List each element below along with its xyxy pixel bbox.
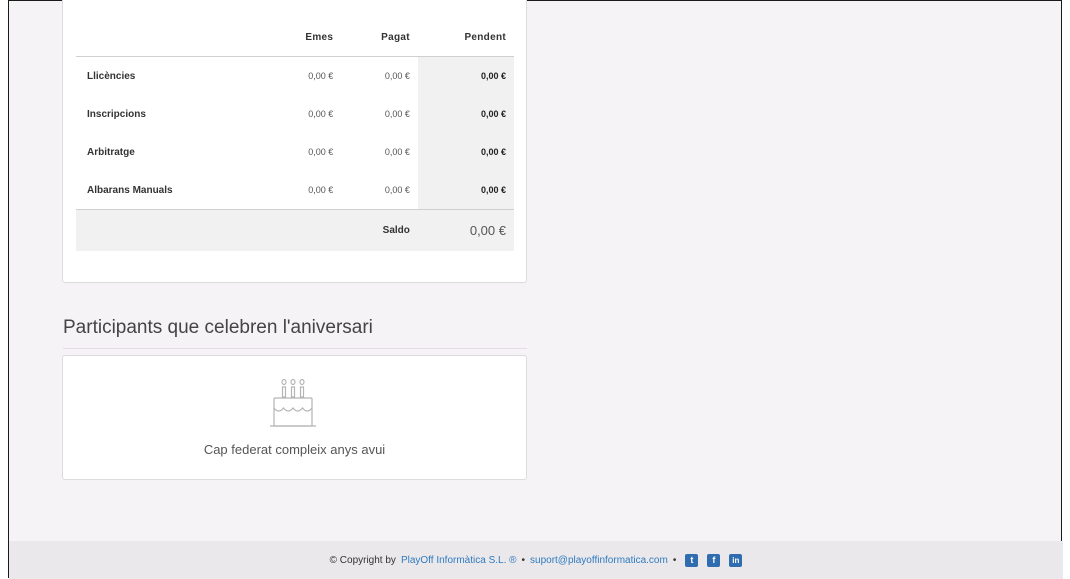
cell-pagat: 0,00 € [384, 185, 410, 195]
support-email-link[interactable]: suport@playoffinformatica.com [530, 555, 668, 566]
header-empty [76, 18, 263, 57]
table-row: Inscripcions 0,00 € 0,00 € 0,00 € [76, 95, 514, 133]
facebook-icon[interactable]: f [707, 553, 721, 567]
footer-separator: • [672, 554, 677, 566]
table-row: Arbitratge 0,00 € 0,00 € 0,00 € [76, 133, 514, 171]
header-emes: Emes [262, 18, 342, 57]
table-header-row: Emes Pagat Pendent [76, 18, 514, 57]
cell-pagat: 0,00 € [384, 71, 410, 81]
saldo-empty-cell [262, 209, 342, 251]
birthday-cake-icon [270, 378, 316, 427]
table-row: Albarans Manuals 0,00 € 0,00 € 0,00 € [76, 171, 514, 210]
cell-emes: 0,00 € [308, 185, 334, 195]
linkedin-icon[interactable]: in [729, 553, 743, 567]
copyright-text: © Copyright by [329, 554, 396, 566]
table-row: Llicències 0,00 € 0,00 € 0,00 € [76, 56, 514, 95]
no-birthdays-message: Cap federat compleix anys avui [203, 442, 386, 457]
row-label: Llicències [87, 70, 136, 82]
page-frame: Emes Pagat Pendent Llicències 0,00 € 0,0… [8, 0, 1063, 579]
cell-emes: 0,00 € [308, 147, 334, 157]
saldo-empty-cell [76, 209, 263, 251]
cell-pendent: 0,00 € [417, 171, 514, 210]
header-pendent: Pendent [417, 18, 514, 57]
finance-table: Emes Pagat Pendent Llicències 0,00 € 0,0… [76, 18, 514, 251]
footer: © Copyright by PlayOff Informàtica S.L. … [9, 541, 1063, 579]
row-label: Arbitratge [87, 146, 135, 158]
cell-emes: 0,00 € [308, 109, 334, 119]
cell-pendent: 0,00 € [417, 133, 514, 171]
finance-card: Emes Pagat Pendent Llicències 0,00 € 0,0… [62, 0, 527, 283]
cell-pagat: 0,00 € [384, 147, 410, 157]
cell-pendent: 0,00 € [417, 95, 514, 133]
cell-pendent: 0,00 € [417, 56, 514, 95]
company-link[interactable]: PlayOff Informàtica S.L. ® [401, 555, 517, 566]
saldo-label: Saldo [341, 209, 418, 251]
birthday-card: Cap federat compleix anys avui [62, 355, 527, 480]
row-label: Inscripcions [87, 108, 146, 120]
saldo-row: Saldo 0,00 € [76, 209, 514, 251]
footer-separator: • [521, 554, 526, 566]
cell-pagat: 0,00 € [384, 109, 410, 119]
saldo-value: 0,00 € [417, 209, 514, 251]
header-pagat: Pagat [341, 18, 418, 57]
birthday-section-title: Participants que celebren l'aniversari [63, 317, 527, 349]
twitter-icon[interactable]: t [685, 553, 699, 567]
cell-emes: 0,00 € [308, 71, 334, 81]
row-label: Albarans Manuals [87, 184, 173, 196]
